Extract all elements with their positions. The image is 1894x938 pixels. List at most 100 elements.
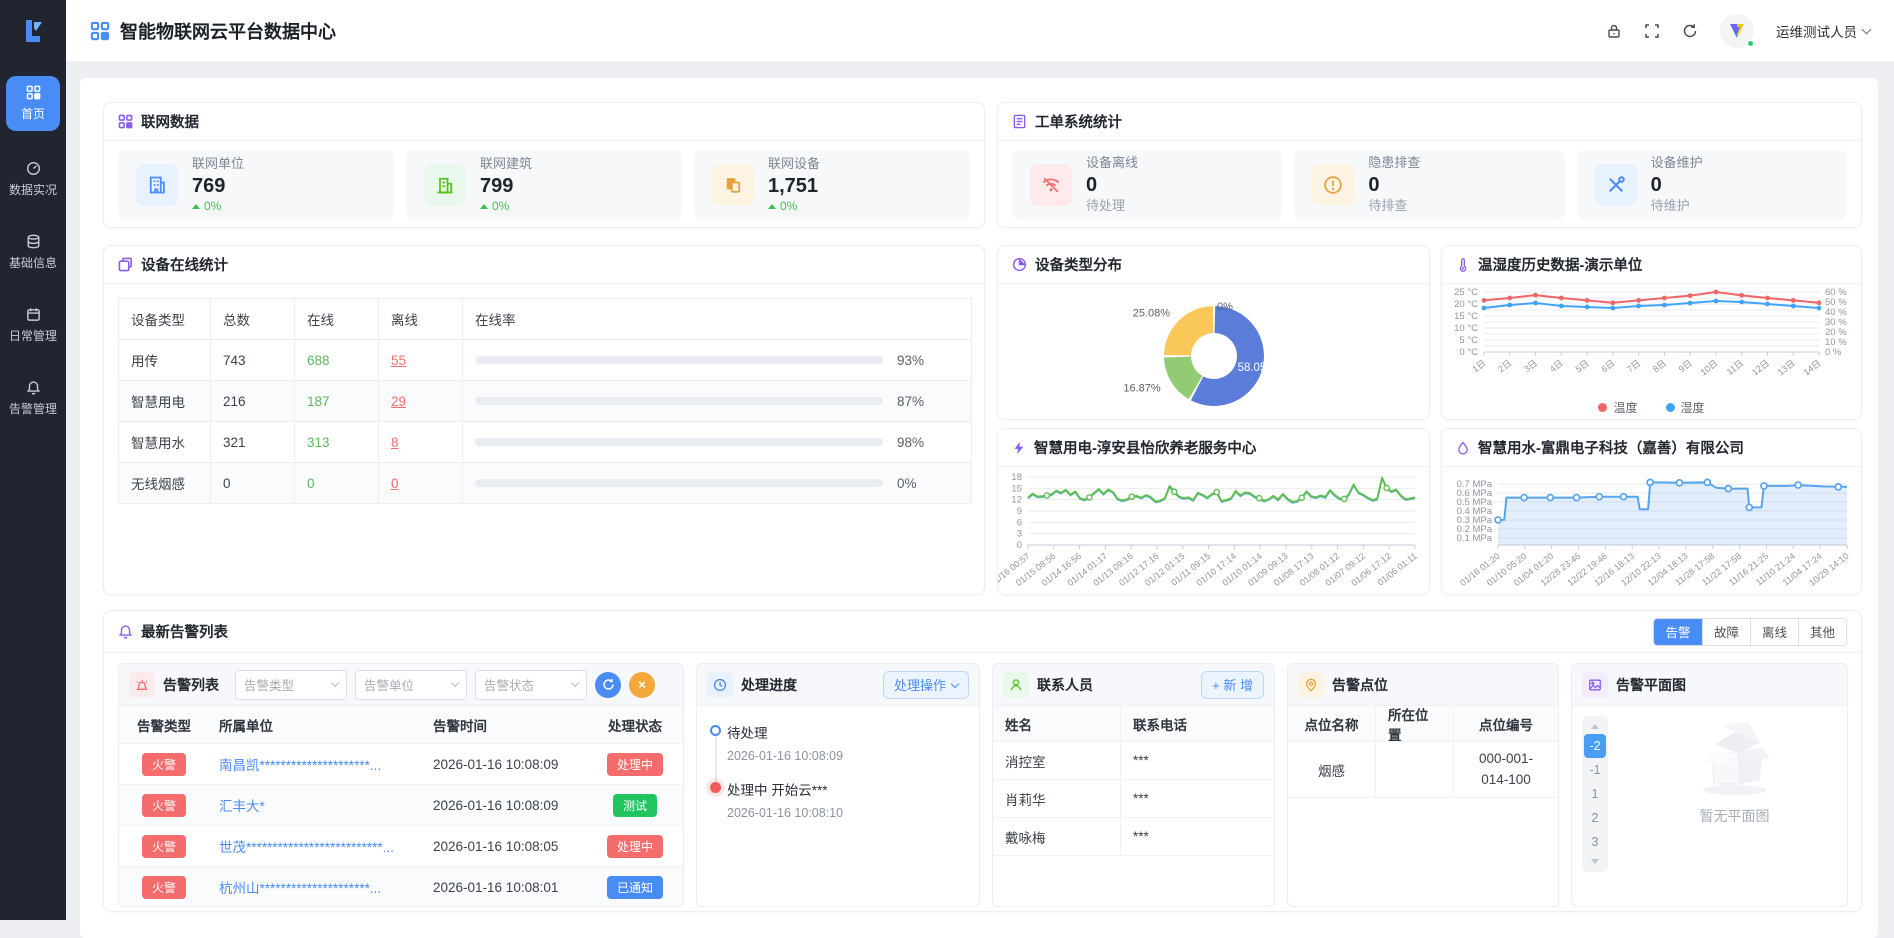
stat-label: 联网设备 [768,156,820,173]
floor-button[interactable]: 3 [1584,830,1606,854]
floor-button[interactable]: 2 [1584,806,1606,830]
alarm-type-badge: 火警 [142,876,186,899]
filter-alarm-unit[interactable]: 告警单位 [355,670,467,700]
sidebar-item-home[interactable]: 首页 [6,76,60,131]
sidebar-item-alarm-mgmt[interactable]: 告警管理 [6,374,60,423]
svg-text:6: 6 [1017,517,1022,528]
sidebar-item-daily-mgmt[interactable]: 日常管理 [6,301,60,350]
app-logo[interactable] [0,0,66,62]
stat-tile-maintenance: 设备维护 0 待维护 [1577,150,1847,220]
unit-link[interactable]: 汇丰大* [219,799,265,814]
temp-card-header: 温湿度历史数据-演示单位 [1442,246,1861,284]
main-content: 联网数据 联网单位 769 0% [80,78,1878,938]
legend-temp[interactable]: 温度 [1598,399,1637,416]
timeline-dot-processing [710,782,721,793]
refresh-icon[interactable] [1682,23,1698,39]
svg-text:0 %: 0 % [1825,347,1842,358]
unit-link[interactable]: 杭州山*********************... [219,881,381,896]
topbar-actions: 运维测试人员 [1606,14,1870,48]
progress-panel: 处理进度 处理操作 待处理 2026-01-16 10:08:09 处理中 开始… [696,663,980,907]
offline-link[interactable]: 55 [391,353,406,368]
sidebar-item-data-live[interactable]: 数据实况 [6,155,60,204]
network-tiles: 联网单位 769 0% 联网建筑 799 0% [104,141,984,228]
filter-alarm-type[interactable]: 告警类型 [235,670,347,700]
offline-link[interactable]: 0 [391,476,399,491]
electricity-chart: 036912151801/16 00:5701/15 08:5601/14 16… [998,467,1429,595]
user-name: 运维测试人员 [1776,21,1857,41]
points-table: 点位名称 所在位置 点位编号 烟感 000-001-014-100 [1288,706,1558,798]
contacts-header: 联系人员 + 新 增 [993,664,1274,706]
offline-link[interactable]: 29 [391,394,406,409]
user-menu[interactable]: 运维测试人员 [1776,21,1870,41]
device-online-card: 设备在线统计 设备类型 总数 在线 离线 在线率 用传 743 688 55 9… [103,245,985,595]
svg-text:9: 9 [1017,506,1022,517]
stat-sub: 待维护 [1651,198,1703,215]
floor-down-icon[interactable] [1591,859,1599,864]
tab-offline[interactable]: 离线 [1750,619,1798,645]
sidebar-item-label: 基础信息 [9,254,57,271]
svg-text:12: 12 [1011,495,1022,506]
stat-value: 769 [192,173,244,199]
unit-link[interactable]: 南昌凯*********************... [219,758,381,773]
floor-button[interactable]: 1 [1584,782,1606,806]
alarm-plan-panel: 告警平面图 -2 -1 1 2 3 [1571,663,1848,907]
temp-humidity-chart: 0 °C5 °C10 °C15 °C20 °C25 °C0 %10 %20 %3… [1442,284,1861,388]
table-row: 无线烟感 0 0 0 0% [119,463,971,504]
alarm-panels: 告警列表 告警类型 告警单位 告警状态 × 告警类型 所属单位 告警时间 处理状… [104,653,1861,912]
svg-text:8日: 8日 [1651,358,1668,375]
filter-alarm-status[interactable]: 告警状态 [475,670,587,700]
floor-button[interactable]: -2 [1584,734,1606,758]
add-contact-button[interactable]: + 新 增 [1201,671,1264,699]
alarm-points-panel: 告警点位 点位名称 所在位置 点位编号 烟感 000-001-014-100 [1287,663,1559,907]
alarm-row: 火警 汇丰大* 2026-01-16 10:08:09 测试 [119,785,683,826]
empty-plan-state: 暂无平面图 [1622,714,1847,826]
lock-icon[interactable] [1606,23,1622,39]
card-title: 工单系统统计 [1035,111,1122,132]
workorder-tiles: 设备离线 0 待处理 隐患排查 0 待排查 [998,141,1861,228]
progress-timeline: 待处理 2026-01-16 10:08:09 处理中 开始云*** 2026-… [697,706,979,820]
water-card: 智慧用水-富鼎电子科技（嘉善）有限公司 0.1 MPa0.2 MPa0.3 MP… [1441,428,1862,595]
offline-link[interactable]: 8 [391,435,399,450]
contacts-panel: 联系人员 + 新 增 姓名 联系电话 消控室 *** 肖莉华 *** [992,663,1275,907]
timeline-step: 待处理 2026-01-16 10:08:09 [727,722,965,763]
trend-up: 0% [192,199,244,215]
tab-other[interactable]: 其他 [1798,619,1846,645]
legend-humidity[interactable]: 湿度 [1666,399,1705,416]
avatar[interactable] [1720,14,1754,48]
document-icon [1012,114,1027,129]
svg-text:4日: 4日 [1548,358,1565,375]
unit-link[interactable]: 世茂**************************... [219,840,394,855]
caret-up-icon [480,204,488,209]
svg-text:16.87%: 16.87% [1123,383,1161,395]
water-header: 智慧用水-富鼎电子科技（嘉善）有限公司 [1442,429,1861,467]
stats-row: 联网数据 联网单位 769 0% [103,102,1862,228]
tab-fault[interactable]: 故障 [1702,619,1750,645]
floor-button[interactable]: -1 [1584,758,1606,782]
svg-text:10 °C: 10 °C [1454,323,1478,334]
status-badge: 处理中 [607,835,663,858]
stat-tile-offline: 设备离线 0 待处理 [1012,150,1282,220]
page-title: 智能物联网云平台数据中心 [120,18,336,44]
alarm-table: 告警类型 所属单位 告警时间 处理状态 火警 南昌凯**************… [119,706,683,907]
chevron-down-icon [331,679,339,687]
status-badge: 测试 [613,794,657,817]
sidebar-item-label: 首页 [21,105,45,122]
svg-text:11日: 11日 [1725,358,1746,377]
alarm-row: 火警 杭州山*********************... 2026-01-1… [119,867,683,907]
process-action-button[interactable]: 处理操作 [883,671,969,699]
close-button[interactable]: × [629,672,655,698]
col-total: 总数 [211,299,295,339]
empty-plan-text: 暂无平面图 [1700,806,1770,826]
status-badge: 已通知 [607,876,663,899]
refresh-button[interactable] [595,672,621,698]
grid-icon [118,114,133,129]
svg-text:13日: 13日 [1776,358,1797,378]
tab-alarm[interactable]: 告警 [1654,619,1702,645]
sidebar: 首页 数据实况 基础信息 日常管理 告警管理 [0,0,66,920]
sidebar-item-basic-info[interactable]: 基础信息 [6,228,60,277]
svg-text:0: 0 [1017,540,1022,551]
fullscreen-icon[interactable] [1644,23,1660,39]
svg-text:0 °C: 0 °C [1459,347,1478,358]
floor-up-icon[interactable] [1591,724,1599,729]
sidebar-item-label: 日常管理 [9,327,57,344]
